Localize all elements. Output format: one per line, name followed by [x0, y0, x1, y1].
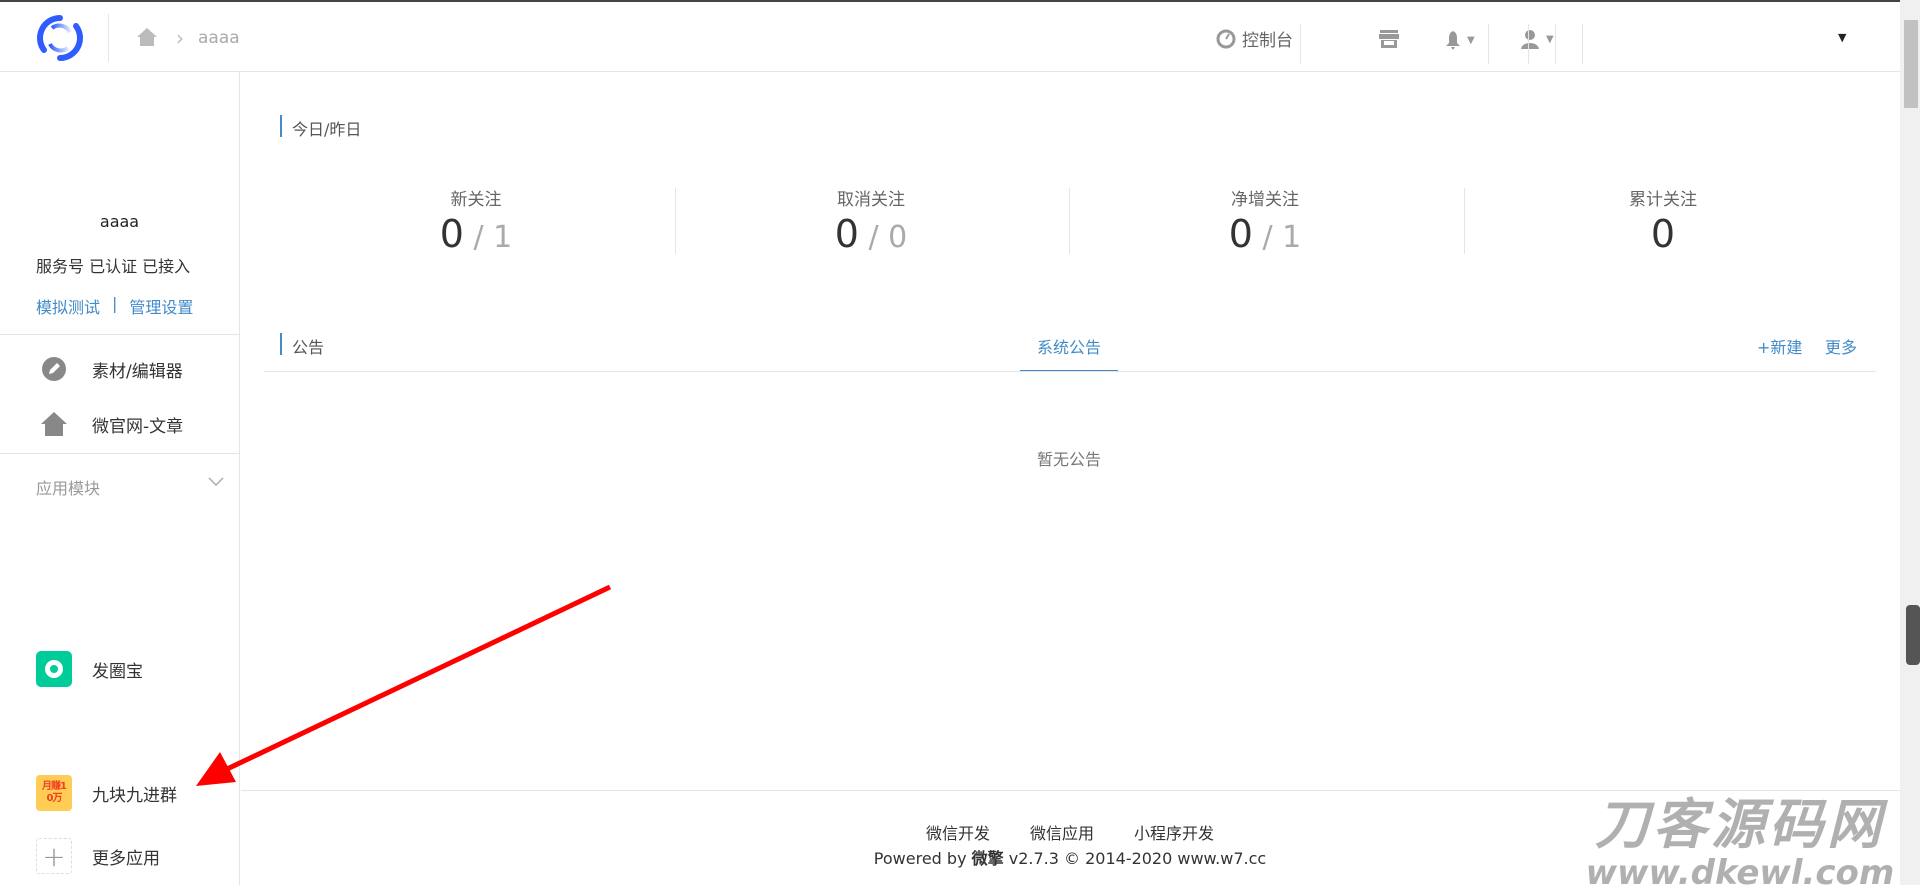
logo-icon[interactable] — [36, 14, 84, 62]
link-separator: | — [112, 294, 118, 313]
plus-icon: + — [36, 838, 72, 874]
stat-today: 0 — [439, 212, 464, 256]
notice-title: 公告 — [292, 338, 325, 357]
chevron-down-icon[interactable] — [208, 477, 224, 487]
footer-links: 微信开发 微信应用 小程序开发 — [870, 820, 1270, 844]
stat-unfollow: 取消关注 0 / 0 — [771, 185, 971, 256]
user-menu[interactable]: ▼ — [1520, 29, 1554, 49]
footer-link[interactable]: 微信开发 — [926, 820, 990, 844]
section-marker — [280, 115, 282, 137]
app-item-faquanbao[interactable]: 发圈宝 — [36, 651, 143, 687]
stat-today: 0 — [1650, 212, 1676, 256]
scrollbar-thumb[interactable] — [1904, 20, 1918, 108]
simulate-test-link[interactable]: 模拟测试 — [36, 294, 100, 318]
notification-menu[interactable]: ▼ — [1445, 30, 1475, 50]
sidebar-item-label: 微官网-文章 — [92, 416, 184, 437]
account-dropdown-caret-icon[interactable]: ▼ — [1838, 31, 1846, 44]
divider — [0, 334, 239, 335]
stat-label: 新关注 — [450, 190, 502, 210]
app-badge-text: 月赚10万 — [42, 781, 67, 804]
breadcrumb-current[interactable]: aaaa — [198, 28, 240, 48]
today-yesterday-title: 今日/昨日 — [292, 120, 362, 139]
watermark: 刀客源码网 www.dkewl.com — [1585, 793, 1895, 893]
tab-system-notice[interactable]: 系统公告 — [1020, 334, 1118, 372]
app-item-label: 发圈宝 — [92, 661, 143, 682]
stat-yesterday: 1 — [493, 220, 513, 255]
gauge-icon — [1216, 29, 1236, 48]
user-icon — [1521, 30, 1539, 49]
footer-link[interactable]: 小程序开发 — [1134, 820, 1214, 844]
stat-label: 累计关注 — [1629, 190, 1697, 210]
bell-icon — [1446, 31, 1460, 50]
stat-today: 0 — [1228, 212, 1253, 256]
more-apps-button[interactable]: + 更多应用 — [36, 838, 160, 874]
home-icon — [36, 406, 72, 442]
app-item-label: 更多应用 — [92, 848, 160, 869]
app-item-label: 九块九进群 — [92, 785, 177, 806]
sidebar-item-material-editor[interactable]: 素材/编辑器 — [36, 351, 183, 387]
caret-down-icon: ▼ — [1467, 34, 1475, 46]
console-label: 控制台 — [1242, 31, 1293, 51]
account-links: 模拟测试 | 管理设置 — [36, 294, 193, 318]
stat-total-follow: 累计关注 0 — [1563, 185, 1763, 256]
console-link[interactable]: 控制台 — [1216, 26, 1293, 51]
more-notice-link[interactable]: 更多 — [1825, 334, 1857, 358]
pencil-icon — [36, 351, 72, 387]
chevron-right-icon: › — [176, 26, 184, 50]
stat-new-follow: 新关注 0 / 1 — [376, 185, 576, 256]
manage-settings-link[interactable]: 管理设置 — [129, 294, 193, 318]
home-icon[interactable] — [136, 26, 158, 48]
divider — [264, 371, 1876, 372]
top-header: › aaaa 控制台 ▼ ▼ ▼ — [0, 2, 1900, 72]
stat-net-follow: 净增关注 0 / 1 — [1165, 185, 1365, 256]
account-name: aaaa — [99, 212, 140, 231]
account-status: 服务号 已认证 已接入 — [36, 257, 191, 276]
app-item-jiukuaijiu[interactable]: 月赚10万 九块九进群 — [36, 775, 177, 811]
store-icon[interactable] — [1378, 30, 1400, 48]
footer-powered: Powered by 微擎 v2.7.3 © 2014-2020 www.w7.… — [873, 849, 1267, 868]
annotation-arrow — [196, 584, 612, 786]
module-section-title: 应用模块 — [36, 479, 101, 498]
app-badge-icon: 月赚10万 — [36, 775, 72, 811]
brand-name: 微擎 — [971, 849, 1004, 868]
divider — [0, 453, 239, 454]
footer-link[interactable]: 微信应用 — [1030, 820, 1094, 844]
section-marker — [280, 333, 282, 355]
stat-yesterday: 1 — [1282, 220, 1302, 255]
stat-label: 净增关注 — [1231, 190, 1299, 210]
scrollbar[interactable] — [1900, 0, 1920, 885]
side-handle[interactable] — [1906, 605, 1920, 665]
sidebar-item-label: 素材/编辑器 — [92, 361, 183, 382]
caret-down-icon: ▼ — [1546, 33, 1554, 45]
stat-yesterday: 0 — [888, 220, 908, 255]
stat-today: 0 — [834, 212, 859, 256]
stat-label: 取消关注 — [837, 190, 905, 210]
empty-notice-text: 暂无公告 — [1036, 450, 1101, 469]
camera-shutter-icon — [36, 651, 72, 687]
sidebar-item-micro-site[interactable]: 微官网-文章 — [36, 406, 183, 442]
new-notice-link[interactable]: +新建 — [1757, 334, 1802, 358]
sidebar: aaaa 服务号 已认证 已接入 模拟测试 | 管理设置 素材/编辑器 微官网-… — [0, 72, 240, 885]
